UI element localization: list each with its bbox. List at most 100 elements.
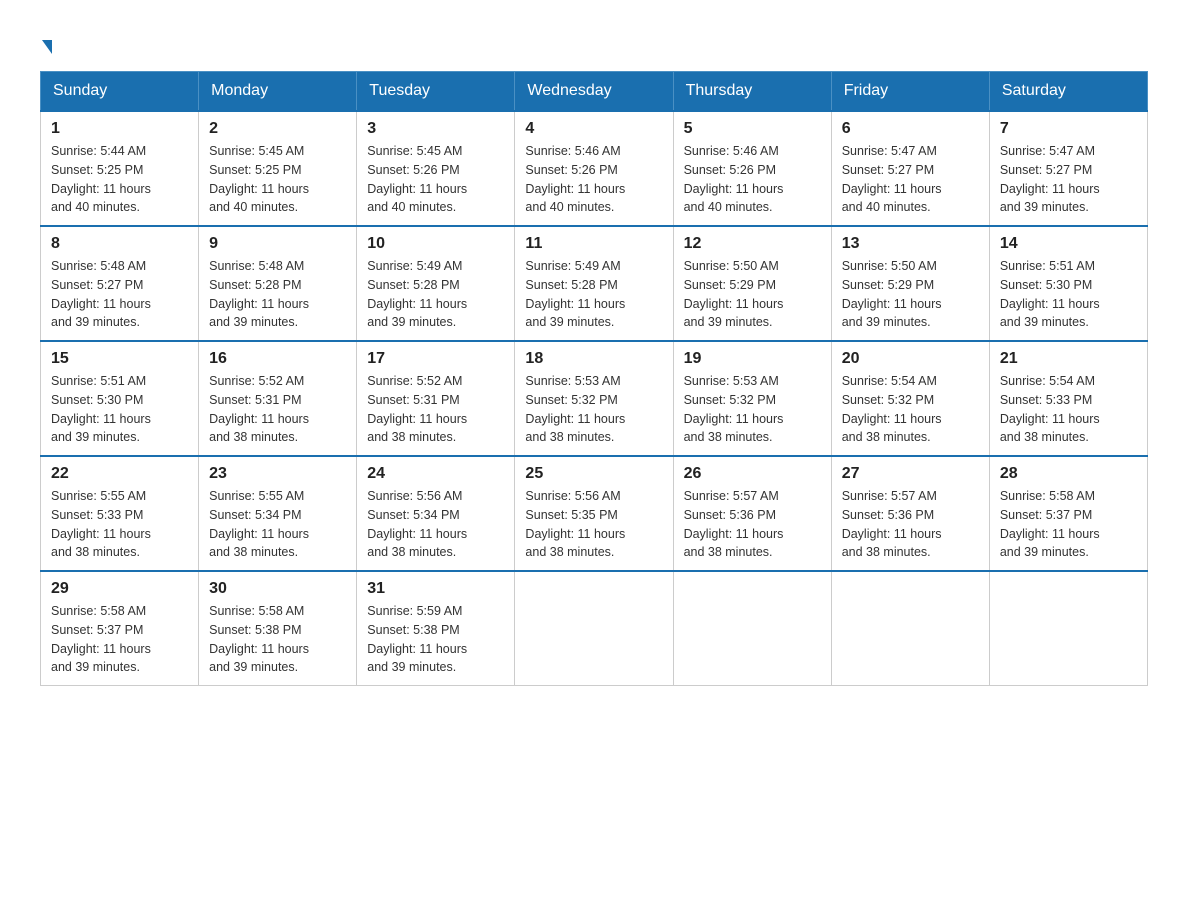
week-row-2: 8 Sunrise: 5:48 AM Sunset: 5:27 PM Dayli… (41, 226, 1148, 341)
day-info: Sunrise: 5:45 AM Sunset: 5:26 PM Dayligh… (367, 142, 504, 217)
header-row: SundayMondayTuesdayWednesdayThursdayFrid… (41, 72, 1148, 112)
day-info: Sunrise: 5:55 AM Sunset: 5:33 PM Dayligh… (51, 487, 188, 562)
calendar-cell: 10 Sunrise: 5:49 AM Sunset: 5:28 PM Dayl… (357, 226, 515, 341)
day-info: Sunrise: 5:47 AM Sunset: 5:27 PM Dayligh… (842, 142, 979, 217)
day-info: Sunrise: 5:54 AM Sunset: 5:32 PM Dayligh… (842, 372, 979, 447)
calendar-cell: 3 Sunrise: 5:45 AM Sunset: 5:26 PM Dayli… (357, 111, 515, 226)
calendar-cell: 19 Sunrise: 5:53 AM Sunset: 5:32 PM Dayl… (673, 341, 831, 456)
day-number: 26 (684, 465, 821, 483)
header-saturday: Saturday (989, 72, 1147, 112)
calendar-cell: 26 Sunrise: 5:57 AM Sunset: 5:36 PM Dayl… (673, 456, 831, 571)
calendar-cell: 4 Sunrise: 5:46 AM Sunset: 5:26 PM Dayli… (515, 111, 673, 226)
day-info: Sunrise: 5:56 AM Sunset: 5:35 PM Dayligh… (525, 487, 662, 562)
day-info: Sunrise: 5:44 AM Sunset: 5:25 PM Dayligh… (51, 142, 188, 217)
day-info: Sunrise: 5:48 AM Sunset: 5:27 PM Dayligh… (51, 257, 188, 332)
day-number: 15 (51, 350, 188, 368)
day-number: 16 (209, 350, 346, 368)
day-info: Sunrise: 5:51 AM Sunset: 5:30 PM Dayligh… (1000, 257, 1137, 332)
calendar-cell: 7 Sunrise: 5:47 AM Sunset: 5:27 PM Dayli… (989, 111, 1147, 226)
day-number: 14 (1000, 235, 1137, 253)
day-info: Sunrise: 5:46 AM Sunset: 5:26 PM Dayligh… (525, 142, 662, 217)
day-number: 29 (51, 580, 188, 598)
day-number: 23 (209, 465, 346, 483)
page-header (40, 30, 1148, 61)
day-number: 13 (842, 235, 979, 253)
calendar-cell: 28 Sunrise: 5:58 AM Sunset: 5:37 PM Dayl… (989, 456, 1147, 571)
calendar-cell: 1 Sunrise: 5:44 AM Sunset: 5:25 PM Dayli… (41, 111, 199, 226)
day-number: 20 (842, 350, 979, 368)
header-thursday: Thursday (673, 72, 831, 112)
day-number: 10 (367, 235, 504, 253)
day-number: 6 (842, 120, 979, 138)
day-info: Sunrise: 5:49 AM Sunset: 5:28 PM Dayligh… (367, 257, 504, 332)
day-number: 19 (684, 350, 821, 368)
day-info: Sunrise: 5:52 AM Sunset: 5:31 PM Dayligh… (209, 372, 346, 447)
day-info: Sunrise: 5:51 AM Sunset: 5:30 PM Dayligh… (51, 372, 188, 447)
calendar-cell: 24 Sunrise: 5:56 AM Sunset: 5:34 PM Dayl… (357, 456, 515, 571)
calendar-cell: 2 Sunrise: 5:45 AM Sunset: 5:25 PM Dayli… (199, 111, 357, 226)
day-number: 31 (367, 580, 504, 598)
week-row-5: 29 Sunrise: 5:58 AM Sunset: 5:37 PM Dayl… (41, 571, 1148, 686)
day-info: Sunrise: 5:54 AM Sunset: 5:33 PM Dayligh… (1000, 372, 1137, 447)
header-wednesday: Wednesday (515, 72, 673, 112)
calendar-cell: 6 Sunrise: 5:47 AM Sunset: 5:27 PM Dayli… (831, 111, 989, 226)
day-number: 12 (684, 235, 821, 253)
day-number: 4 (525, 120, 662, 138)
day-info: Sunrise: 5:52 AM Sunset: 5:31 PM Dayligh… (367, 372, 504, 447)
header-monday: Monday (199, 72, 357, 112)
day-number: 28 (1000, 465, 1137, 483)
day-number: 9 (209, 235, 346, 253)
header-friday: Friday (831, 72, 989, 112)
calendar-cell: 18 Sunrise: 5:53 AM Sunset: 5:32 PM Dayl… (515, 341, 673, 456)
day-info: Sunrise: 5:57 AM Sunset: 5:36 PM Dayligh… (684, 487, 821, 562)
day-info: Sunrise: 5:50 AM Sunset: 5:29 PM Dayligh… (842, 257, 979, 332)
calendar-cell: 8 Sunrise: 5:48 AM Sunset: 5:27 PM Dayli… (41, 226, 199, 341)
calendar-cell: 23 Sunrise: 5:55 AM Sunset: 5:34 PM Dayl… (199, 456, 357, 571)
day-number: 30 (209, 580, 346, 598)
calendar-cell: 20 Sunrise: 5:54 AM Sunset: 5:32 PM Dayl… (831, 341, 989, 456)
calendar-cell (989, 571, 1147, 686)
calendar-cell: 14 Sunrise: 5:51 AM Sunset: 5:30 PM Dayl… (989, 226, 1147, 341)
day-number: 18 (525, 350, 662, 368)
day-info: Sunrise: 5:58 AM Sunset: 5:37 PM Dayligh… (51, 602, 188, 677)
day-number: 17 (367, 350, 504, 368)
calendar-cell: 13 Sunrise: 5:50 AM Sunset: 5:29 PM Dayl… (831, 226, 989, 341)
calendar-cell: 25 Sunrise: 5:56 AM Sunset: 5:35 PM Dayl… (515, 456, 673, 571)
day-number: 27 (842, 465, 979, 483)
day-number: 3 (367, 120, 504, 138)
calendar-cell: 17 Sunrise: 5:52 AM Sunset: 5:31 PM Dayl… (357, 341, 515, 456)
day-number: 7 (1000, 120, 1137, 138)
calendar-cell: 16 Sunrise: 5:52 AM Sunset: 5:31 PM Dayl… (199, 341, 357, 456)
day-number: 1 (51, 120, 188, 138)
day-info: Sunrise: 5:47 AM Sunset: 5:27 PM Dayligh… (1000, 142, 1137, 217)
week-row-4: 22 Sunrise: 5:55 AM Sunset: 5:33 PM Dayl… (41, 456, 1148, 571)
calendar-cell: 30 Sunrise: 5:58 AM Sunset: 5:38 PM Dayl… (199, 571, 357, 686)
calendar-cell: 5 Sunrise: 5:46 AM Sunset: 5:26 PM Dayli… (673, 111, 831, 226)
logo (40, 30, 52, 61)
logo-arrow-icon (42, 40, 52, 54)
calendar-cell: 9 Sunrise: 5:48 AM Sunset: 5:28 PM Dayli… (199, 226, 357, 341)
header-sunday: Sunday (41, 72, 199, 112)
logo-top (40, 30, 52, 61)
calendar-cell (831, 571, 989, 686)
day-info: Sunrise: 5:49 AM Sunset: 5:28 PM Dayligh… (525, 257, 662, 332)
day-info: Sunrise: 5:46 AM Sunset: 5:26 PM Dayligh… (684, 142, 821, 217)
day-number: 5 (684, 120, 821, 138)
header-tuesday: Tuesday (357, 72, 515, 112)
day-info: Sunrise: 5:53 AM Sunset: 5:32 PM Dayligh… (684, 372, 821, 447)
day-number: 2 (209, 120, 346, 138)
day-info: Sunrise: 5:57 AM Sunset: 5:36 PM Dayligh… (842, 487, 979, 562)
day-number: 22 (51, 465, 188, 483)
day-number: 24 (367, 465, 504, 483)
day-info: Sunrise: 5:56 AM Sunset: 5:34 PM Dayligh… (367, 487, 504, 562)
day-number: 8 (51, 235, 188, 253)
calendar-cell: 12 Sunrise: 5:50 AM Sunset: 5:29 PM Dayl… (673, 226, 831, 341)
calendar-cell: 21 Sunrise: 5:54 AM Sunset: 5:33 PM Dayl… (989, 341, 1147, 456)
day-info: Sunrise: 5:48 AM Sunset: 5:28 PM Dayligh… (209, 257, 346, 332)
day-info: Sunrise: 5:50 AM Sunset: 5:29 PM Dayligh… (684, 257, 821, 332)
week-row-1: 1 Sunrise: 5:44 AM Sunset: 5:25 PM Dayli… (41, 111, 1148, 226)
day-info: Sunrise: 5:58 AM Sunset: 5:38 PM Dayligh… (209, 602, 346, 677)
day-info: Sunrise: 5:59 AM Sunset: 5:38 PM Dayligh… (367, 602, 504, 677)
day-number: 11 (525, 235, 662, 253)
day-number: 21 (1000, 350, 1137, 368)
